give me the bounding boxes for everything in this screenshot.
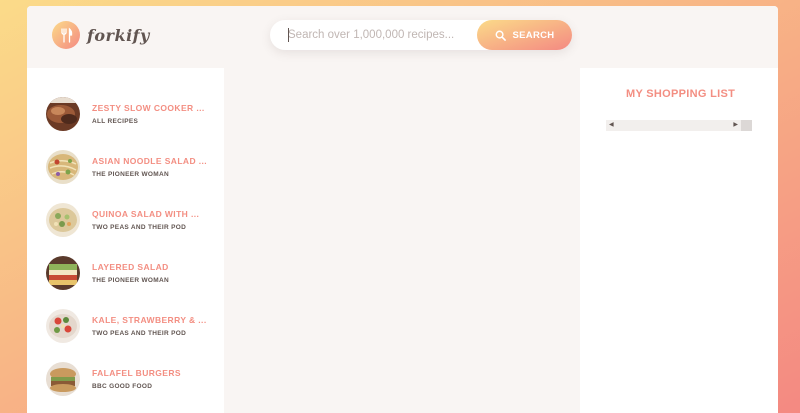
search-form: SEARCH <box>270 20 572 50</box>
result-title: QUINOA SALAD WITH ... <box>92 209 200 219</box>
result-item[interactable]: ASIAN NOODLE SALAD ... THE PIONEER WOMAN <box>46 149 221 185</box>
result-item[interactable]: LAYERED SALAD THE PIONEER WOMAN <box>46 255 221 291</box>
result-publisher: TWO PEAS AND THEIR POD <box>92 224 187 231</box>
result-publisher: THE PIONEER WOMAN <box>92 171 169 178</box>
search-input[interactable] <box>270 20 477 50</box>
scrollbar-corner <box>741 120 752 131</box>
result-publisher: BBC GOOD FOOD <box>92 383 153 390</box>
shopping-list-scrollbar[interactable]: ◀ ▶ <box>606 120 752 131</box>
fork-knife-icon <box>52 21 80 49</box>
recipe-thumbnail <box>46 203 80 237</box>
result-publisher: TWO PEAS AND THEIR POD <box>92 330 187 337</box>
search-icon <box>495 30 506 41</box>
logo[interactable]: forkify <box>52 21 150 49</box>
result-title: ASIAN NOODLE SALAD ... <box>92 156 208 166</box>
result-item[interactable]: FALAFEL BURGERS BBC GOOD FOOD <box>46 361 221 397</box>
result-publisher: THE PIONEER WOMAN <box>92 277 169 284</box>
scroll-left-arrow-icon[interactable]: ◀ <box>609 122 614 128</box>
recipe-thumbnail <box>46 150 80 184</box>
logo-text: forkify <box>87 25 150 45</box>
result-publisher: ALL RECIPES <box>92 118 139 125</box>
search-button[interactable]: SEARCH <box>477 20 572 50</box>
text-caret <box>288 28 289 42</box>
result-title: ZESTY SLOW COOKER ... <box>92 103 205 113</box>
result-title: LAYERED SALAD <box>92 262 169 272</box>
recipe-thumbnail <box>46 97 80 131</box>
search-results: ZESTY SLOW COOKER ... ALL RECIPES ASIAN … <box>27 68 224 413</box>
result-item[interactable]: QUINOA SALAD WITH ... TWO PEAS AND THEIR… <box>46 202 221 238</box>
result-title: KALE, STRAWBERRY & ... <box>92 315 207 325</box>
result-item[interactable]: ZESTY SLOW COOKER ... ALL RECIPES <box>46 96 221 132</box>
shopping-list-title: MY SHOPPING LIST <box>626 88 736 100</box>
recipe-thumbnail <box>46 309 80 343</box>
shopping-list-panel: MY SHOPPING LIST ◀ ▶ <box>580 68 778 413</box>
recipe-panel <box>224 68 580 413</box>
scroll-right-arrow-icon[interactable]: ▶ <box>733 122 738 128</box>
scrollbar-track[interactable]: ◀ ▶ <box>606 120 741 131</box>
result-item[interactable]: KALE, STRAWBERRY & ... TWO PEAS AND THEI… <box>46 308 221 344</box>
recipe-thumbnail <box>46 362 80 396</box>
search-button-label: SEARCH <box>512 29 555 41</box>
recipe-thumbnail <box>46 256 80 290</box>
app-container: forkify SEARCH <box>27 6 778 413</box>
header: forkify SEARCH <box>27 6 778 68</box>
result-title: FALAFEL BURGERS <box>92 368 181 378</box>
